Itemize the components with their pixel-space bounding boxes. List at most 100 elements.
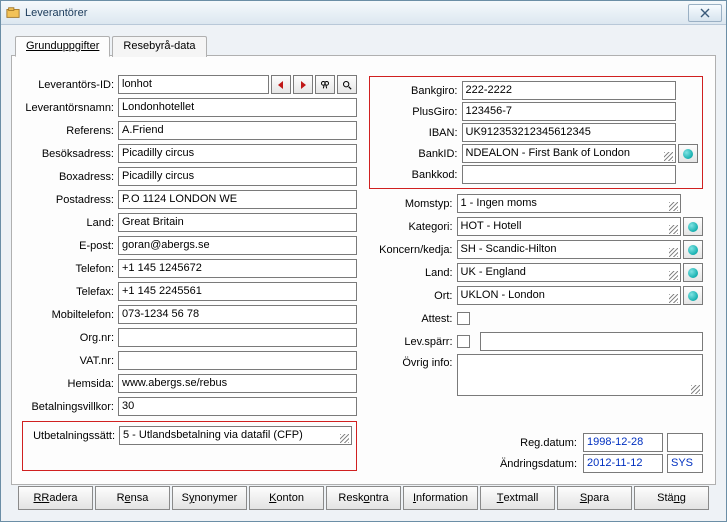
label-telefax: Telefax: [22, 286, 118, 298]
combo-utbet[interactable]: 5 - Utlandsbetalning via datafil (CFP) [119, 426, 352, 445]
label-plusgiro: PlusGiro: [374, 106, 462, 118]
btn-label: Information [413, 492, 468, 504]
radera-button[interactable]: RRadera [18, 486, 93, 510]
label-lev-namn: Leverantörsnamn: [22, 102, 118, 114]
field-andring-user: SYS [667, 454, 703, 473]
combo-momstyp[interactable]: 1 - Ingen moms [457, 194, 682, 213]
field-regdatum: 1998-12-28 [583, 433, 663, 452]
input-mobil[interactable]: 073-1234 56 78 [118, 305, 357, 324]
input-bankkod[interactable] [462, 165, 677, 184]
titlebar: Leverantörer [1, 1, 726, 25]
label-iban: IBAN: [374, 127, 462, 139]
combo-land[interactable]: UK - England [457, 263, 682, 282]
label-land: Land: [22, 217, 118, 229]
label-bankid: BankID: [374, 148, 462, 160]
input-hemsida[interactable]: www.abergs.se/rebus [118, 374, 357, 393]
window-title: Leverantörer [25, 7, 688, 19]
field-reg-user [667, 433, 703, 452]
label-regdatum: Reg.datum: [520, 437, 581, 449]
konton-button[interactable]: Konton [249, 486, 324, 510]
btn-label: Stäng [657, 492, 686, 504]
input-post[interactable]: P.O 1124 LONDON WE [118, 190, 357, 209]
input-vat[interactable] [118, 351, 357, 370]
label-levsparr: Lev.spärr: [369, 336, 457, 348]
btn-label: Konton [269, 492, 304, 504]
combo-koncern[interactable]: SH - Scandic-Hilton [457, 240, 682, 259]
stang-button[interactable]: Stäng [634, 486, 709, 510]
label-bankkod: Bankkod: [374, 169, 462, 181]
input-bankgiro[interactable]: 222-2222 [462, 81, 677, 100]
checkbox-attest[interactable] [457, 312, 470, 325]
btn-label: Synonymer [182, 492, 238, 504]
reskontra-button[interactable]: Reskontra [326, 486, 401, 510]
combo-ort[interactable]: UKLON - London [457, 286, 682, 305]
label-koncern: Koncern/kedja: [369, 244, 457, 256]
left-column: Leverantörs-ID: lonhot Leverantörsnamn:L… [22, 74, 357, 474]
input-box[interactable]: Picadilly circus [118, 167, 357, 186]
input-lev-id[interactable]: lonhot [118, 75, 269, 94]
label-betvillkor: Betalningsvillkor: [22, 401, 118, 413]
label-attest: Attest: [369, 313, 457, 325]
utbetalning-highlight: Utbetalningssätt: 5 - Utlandsbetalning v… [22, 421, 357, 471]
input-levsparr-text[interactable] [480, 332, 704, 351]
client-area: Grunduppgifter Resebyrå-data Leverantörs… [1, 25, 726, 521]
information-button[interactable]: Information [403, 486, 478, 510]
input-epost[interactable]: goran@abergs.se [118, 236, 357, 255]
textmall-button[interactable]: Textmall [480, 486, 555, 510]
label-andring: Ändringsdatum: [500, 458, 581, 470]
label-lev-id: Leverantörs-ID: [22, 79, 118, 91]
btn-label: Reskontra [338, 492, 388, 504]
label-epost: E-post: [22, 240, 118, 252]
input-land[interactable]: Great Britain [118, 213, 357, 232]
ort-lookup-button[interactable] [683, 286, 703, 305]
input-orgnr[interactable] [118, 328, 357, 347]
combo-kategori[interactable]: HOT - Hotell [457, 217, 682, 236]
input-iban[interactable]: UK912353212345612345 [462, 123, 677, 142]
close-button[interactable] [688, 4, 722, 22]
btn-label: Textmall [497, 492, 539, 504]
supplier-window: Leverantörer Grunduppgifter Resebyrå-dat… [0, 0, 727, 522]
bottom-toolbar: RRadera Rensa Synonymer Konton Reskontra… [11, 485, 716, 515]
input-telefon[interactable]: +1 145 1245672 [118, 259, 357, 278]
label-kategori: Kategori: [369, 221, 457, 233]
label-mobil: Mobiltelefon: [22, 309, 118, 321]
label-telefon: Telefon: [22, 263, 118, 275]
label-besok: Besöksadress: [22, 148, 118, 160]
combo-bankid[interactable]: NDEALON - First Bank of London [462, 144, 677, 163]
form-panel: Leverantörs-ID: lonhot Leverantörsnamn:L… [11, 55, 716, 485]
dates-block: Reg.datum: 1998-12-28 Ändringsdatum: 201… [369, 432, 704, 474]
checkbox-levsparr[interactable] [457, 335, 470, 348]
tab-resebyra-data[interactable]: Resebyrå-data [112, 36, 206, 57]
search-button[interactable] [315, 75, 335, 94]
kategori-lookup-button[interactable] [683, 217, 703, 236]
synonymer-button[interactable]: Synonymer [172, 486, 247, 510]
koncern-lookup-button[interactable] [683, 240, 703, 259]
label-post: Postadress: [22, 194, 118, 206]
tab-grunduppgifter[interactable]: Grunduppgifter [15, 36, 110, 57]
input-lev-namn[interactable]: Londonhotellet [118, 98, 357, 117]
spara-button[interactable]: Spara [557, 486, 632, 510]
prev-button[interactable] [271, 75, 291, 94]
input-betvillkor[interactable]: 30 [118, 397, 357, 416]
label-vat: VAT.nr: [22, 355, 118, 367]
label-hemsida: Hemsida: [22, 378, 118, 390]
next-button[interactable] [293, 75, 313, 94]
textarea-ovrig[interactable] [457, 354, 704, 396]
input-telefax[interactable]: +1 145 2245561 [118, 282, 357, 301]
app-icon [5, 5, 21, 21]
label-bankgiro: Bankgiro: [374, 85, 462, 97]
bankid-lookup-button[interactable] [678, 144, 698, 163]
input-plusgiro[interactable]: 123456-7 [462, 102, 677, 121]
label-momstyp: Momstyp: [369, 198, 457, 210]
label-referens: Referens: [22, 125, 118, 137]
btn-label: Radera [41, 492, 77, 504]
input-referens[interactable]: A.Friend [118, 121, 357, 140]
land-lookup-button[interactable] [683, 263, 703, 282]
rensa-button[interactable]: Rensa [95, 486, 170, 510]
right-column: Bankgiro:222-2222 PlusGiro:123456-7 IBAN… [369, 74, 704, 474]
btn-label: Spara [580, 492, 609, 504]
label-orgnr: Org.nr: [22, 332, 118, 344]
zoom-button[interactable] [337, 75, 357, 94]
bank-highlight: Bankgiro:222-2222 PlusGiro:123456-7 IBAN… [369, 76, 704, 189]
input-besok[interactable]: Picadilly circus [118, 144, 357, 163]
